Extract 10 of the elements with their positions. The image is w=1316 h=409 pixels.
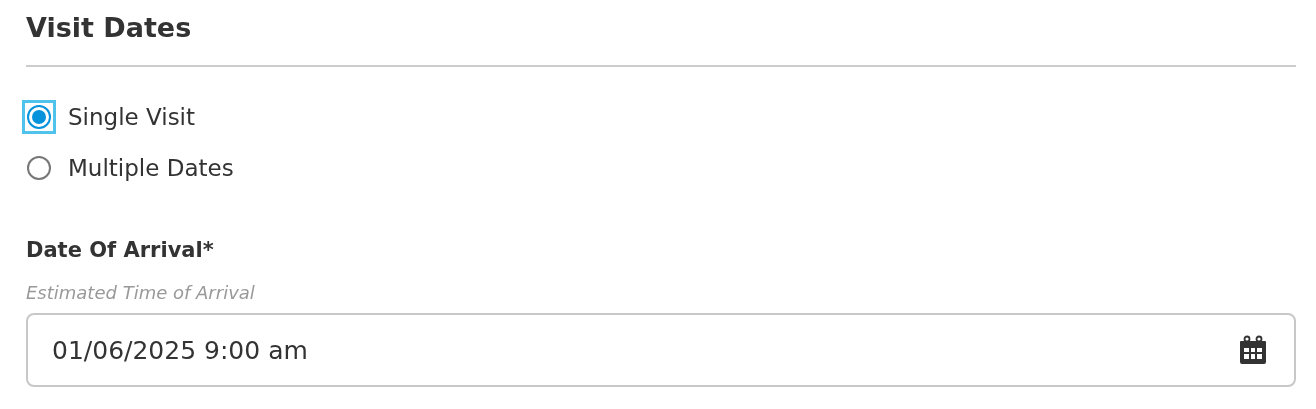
date-time-field[interactable]: 01/06/2025 9:00 am — [26, 313, 1296, 387]
radio-label: Multiple Dates — [68, 155, 234, 181]
field-label: Date Of Arrival* — [26, 238, 215, 262]
radio-option[interactable]: Multiple Dates — [26, 151, 1296, 185]
calendar-icon[interactable] — [1238, 335, 1268, 365]
section-title: Visit Dates — [26, 11, 193, 45]
field-hint: Estimated Time of Arrival — [26, 282, 256, 303]
radio-option[interactable]: Single Visit — [26, 100, 1296, 134]
radio-label: Single Visit — [68, 104, 196, 130]
radio-button[interactable] — [22, 100, 56, 134]
